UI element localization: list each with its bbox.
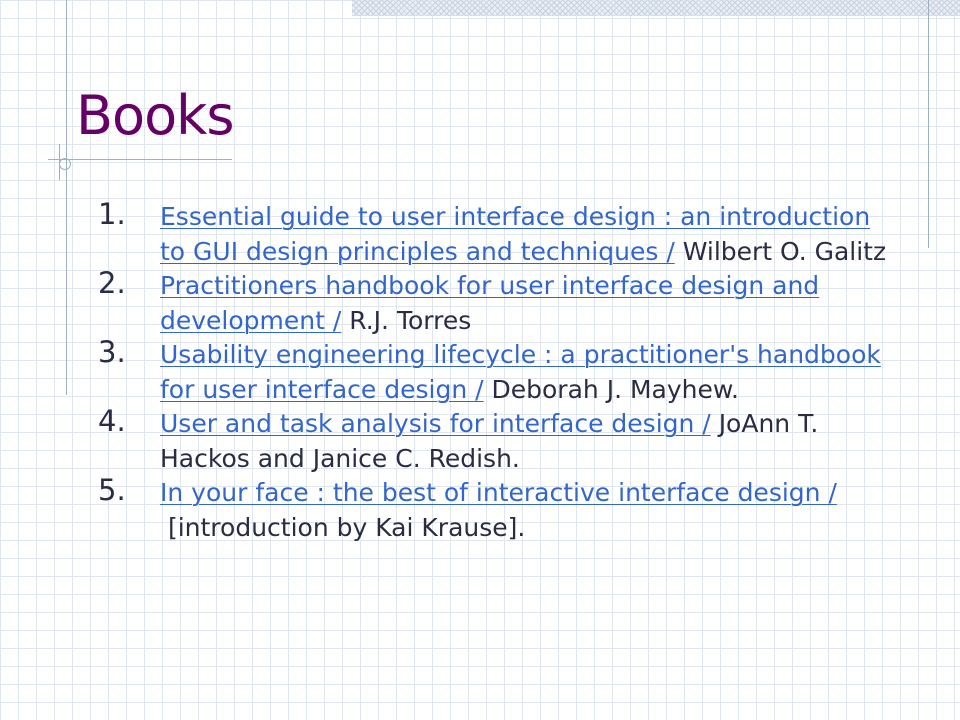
book-author: R.J. Torres: [349, 305, 472, 335]
book-title-link[interactable]: Practitioners handbook for user interfac…: [160, 271, 819, 335]
book-list: 1. Essential guide to user interface des…: [98, 197, 898, 545]
book-number: 5.: [98, 473, 126, 507]
crosshair-circle-icon: [59, 158, 71, 170]
slide-title: Books: [76, 84, 235, 147]
book-number: 2.: [98, 266, 126, 300]
book-number: 4.: [98, 404, 126, 438]
left-vertical-rule: [66, 0, 67, 395]
title-underline-rule: [48, 159, 232, 160]
book-item-5: 5. In your face : the best of interactiv…: [98, 473, 898, 545]
book-author: Wilbert O. Galitz: [682, 236, 887, 266]
book-item-4: 4. User and task analysis for interface …: [98, 404, 898, 476]
book-number: 3.: [98, 335, 126, 369]
book-title-link[interactable]: User and task analysis for interface des…: [160, 409, 711, 438]
book-item-3: 3. Usability engineering lifecycle : a p…: [98, 335, 898, 407]
book-title-link[interactable]: In your face : the best of interactive i…: [160, 478, 837, 507]
book-item-2: 2. Practitioners handbook for user inter…: [98, 266, 898, 338]
book-author: Deborah J. Mayhew.: [491, 374, 739, 404]
header-hatch-band: [352, 0, 960, 16]
book-item-1: 1. Essential guide to user interface des…: [98, 197, 898, 269]
book-number: 1.: [98, 197, 126, 231]
book-author: [introduction by Kai Krause].: [167, 512, 526, 542]
right-vertical-rule: [928, 0, 929, 248]
